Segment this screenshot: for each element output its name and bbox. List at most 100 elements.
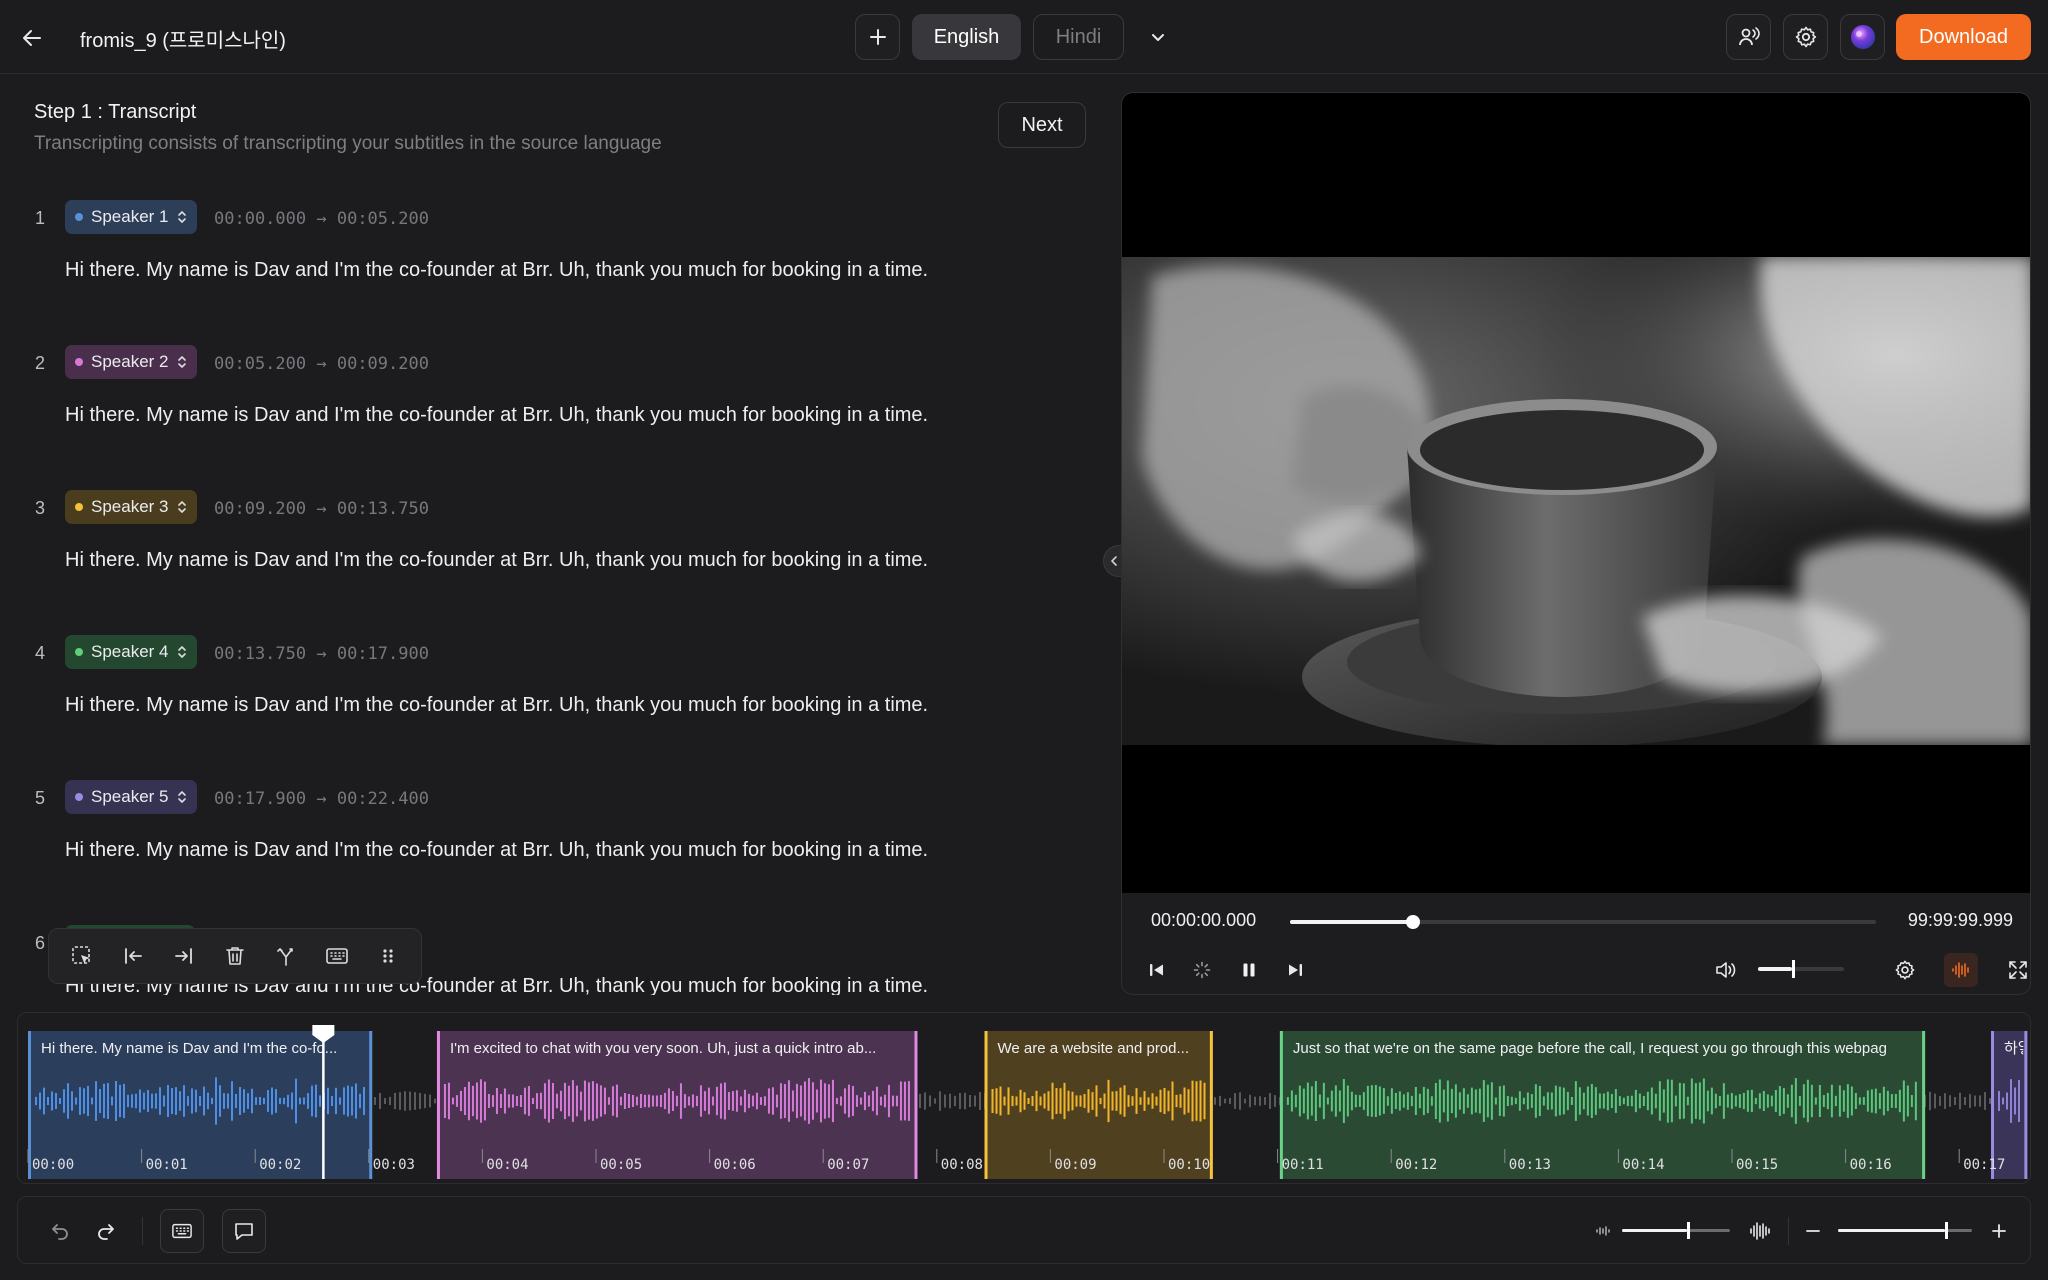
timeline-tick-label: 00:09 <box>1054 1157 1096 1173</box>
timeline-zoom-slider[interactable] <box>1838 1222 1972 1239</box>
mute-button[interactable] <box>1709 953 1743 987</box>
speaker-color-dot <box>75 793 83 801</box>
video-viewport[interactable] <box>1122 93 2030 893</box>
timeline-zoom-in-button[interactable] <box>1984 1209 2014 1253</box>
spinner-icon <box>1193 961 1211 979</box>
speakers-button[interactable] <box>1726 14 1771 60</box>
keyboard-shortcuts-button[interactable] <box>160 1209 204 1253</box>
volume-thumb[interactable] <box>1792 960 1796 978</box>
transcript-segment: 2 Speaker 2 00:05.200 → 00:09.200 Hi the… <box>0 335 1100 480</box>
step-description: Transcripting consists of transcripting … <box>34 133 662 154</box>
skip-back-button[interactable] <box>1140 953 1174 987</box>
pause-button[interactable] <box>1232 953 1266 987</box>
speaker-voice-icon <box>1738 27 1760 46</box>
segment-number: 3 <box>35 498 46 518</box>
clip-start-handle[interactable] <box>436 1031 440 1179</box>
waveform-zoom-in-button[interactable] <box>1745 1209 1775 1253</box>
skip-forward-button[interactable] <box>1278 953 1312 987</box>
keyboard-shortcuts-button[interactable] <box>311 936 362 976</box>
settings-button[interactable] <box>1783 14 1828 60</box>
split-segment-button[interactable] <box>260 936 311 976</box>
timeline-tick-label: 00:16 <box>1850 1157 1892 1173</box>
timeline-clip[interactable]: Hi there. My name is Dav and I'm the co-… <box>28 1031 373 1179</box>
timeline-tick-label: 00:01 <box>146 1157 188 1173</box>
bottom-toolbar <box>17 1196 2031 1264</box>
volume-slider[interactable] <box>1758 960 1844 978</box>
waveform-zoom-slider[interactable] <box>1622 1222 1730 1239</box>
speaker-selector[interactable]: Speaker 2 <box>65 345 197 379</box>
timeline-tick-label: 00:08 <box>941 1157 983 1173</box>
ai-orb-icon <box>1850 25 1875 49</box>
tab-hindi[interactable]: Hindi <box>1033 14 1124 60</box>
redo-button[interactable] <box>84 1209 128 1253</box>
delete-segment-button[interactable] <box>210 936 261 976</box>
timeline-scrollbar[interactable] <box>20 1183 238 1184</box>
segment-timestamp: 00:17.900 → 00:22.400 <box>214 789 429 809</box>
clip-start-handle[interactable] <box>984 1031 988 1179</box>
chevron-updown-icon <box>177 354 187 370</box>
chevron-updown-icon <box>177 789 187 805</box>
current-time: 00:00:00.000 <box>1151 910 1257 930</box>
comments-button[interactable] <box>222 1209 266 1253</box>
timeline-tick-label: 00:14 <box>1622 1157 1664 1173</box>
timeline-zoom-thumb[interactable] <box>1945 1222 1949 1239</box>
waveform-small-icon <box>1596 1226 1610 1236</box>
skip-back-icon <box>1150 964 1163 976</box>
timeline-tick-label: 00:03 <box>373 1157 415 1173</box>
timeline-tick-label: 00:00 <box>32 1157 74 1173</box>
timeline-clip[interactable]: Just so that we're on the same page befo… <box>1279 1031 1926 1179</box>
timeline-zoom-out-button[interactable] <box>1798 1209 1828 1253</box>
volume-icon <box>1716 962 1736 978</box>
clip-end-handle[interactable] <box>914 1031 918 1179</box>
segment-text[interactable]: Hi there. My name is Dav and I'm the co-… <box>65 404 928 427</box>
timeline-tick-label: 00:06 <box>714 1157 756 1173</box>
language-dropdown-button[interactable] <box>1135 14 1181 60</box>
timeline-tick-label: 00:05 <box>600 1157 642 1173</box>
header: fromis_9 (프로미스나인) English Hindi Download <box>0 0 2048 74</box>
tab-english[interactable]: English <box>912 14 1021 60</box>
speaker-selector[interactable]: Speaker 5 <box>65 780 197 814</box>
waveform-zoom-thumb[interactable] <box>1686 1222 1690 1239</box>
loading-toggle-button[interactable] <box>1185 953 1219 987</box>
select-segment-button[interactable] <box>57 936 108 976</box>
back-button[interactable] <box>14 20 50 56</box>
clip-end-handle[interactable] <box>369 1031 373 1179</box>
drag-handle[interactable] <box>362 936 413 976</box>
clip-label: I'm excited to chat with you very soon. … <box>450 1040 876 1057</box>
undo-button[interactable] <box>38 1209 82 1253</box>
segment-text[interactable]: Hi there. My name is Dav and I'm the co-… <box>65 694 928 717</box>
align-start-button[interactable] <box>108 936 159 976</box>
clip-end-handle[interactable] <box>1922 1031 1926 1179</box>
gear-icon <box>1895 960 1915 980</box>
speaker-color-dot <box>75 648 83 656</box>
add-language-button[interactable] <box>855 14 900 60</box>
transcript-list: 1 Speaker 1 00:00.000 → 00:05.200 Hi the… <box>0 190 1100 995</box>
next-button[interactable]: Next <box>998 102 1086 148</box>
download-button[interactable]: Download <box>1896 14 2031 60</box>
segment-text[interactable]: Hi there. My name is Dav and I'm the co-… <box>65 259 928 282</box>
speaker-selector[interactable]: Speaker 3 <box>65 490 197 524</box>
waveform-zoom-out-button[interactable] <box>1588 1209 1618 1253</box>
speaker-selector[interactable]: Speaker 4 <box>65 635 197 669</box>
speaker-selector[interactable]: Speaker 1 <box>65 200 197 234</box>
timeline-tick-label: 00:17 <box>1963 1157 2005 1173</box>
project-title: fromis_9 (프로미스나인) <box>80 30 286 52</box>
player-settings-button[interactable] <box>1888 953 1922 987</box>
progress-thumb[interactable] <box>1406 915 1421 929</box>
transcript-segment: 4 Speaker 4 00:13.750 → 00:17.900 Hi the… <box>0 625 1100 770</box>
clip-label: Just so that we're on the same page befo… <box>1293 1040 1887 1057</box>
arrow-to-start-icon <box>125 948 143 964</box>
fullscreen-button[interactable] <box>2001 953 2030 987</box>
segment-timestamp: 00:05.200 → 00:09.200 <box>214 354 429 374</box>
clip-end-handle[interactable] <box>1209 1031 1213 1179</box>
waveform-toggle-button[interactable] <box>1944 953 1978 987</box>
align-end-button[interactable] <box>159 936 210 976</box>
ai-assistant-button[interactable] <box>1840 14 1885 60</box>
clip-end-handle[interactable] <box>2024 1031 2028 1179</box>
segment-text[interactable]: Hi there. My name is Dav and I'm the co-… <box>65 839 928 862</box>
arrow-left-icon <box>23 30 41 46</box>
video-player: 00:00:00.000 99:99:99.999 <box>1121 92 2031 995</box>
playback-progress-bar[interactable] <box>1290 915 1876 929</box>
timeline[interactable]: Hi there. My name is Dav and I'm the co-… <box>17 1012 2031 1184</box>
segment-text[interactable]: Hi there. My name is Dav and I'm the co-… <box>65 549 928 572</box>
